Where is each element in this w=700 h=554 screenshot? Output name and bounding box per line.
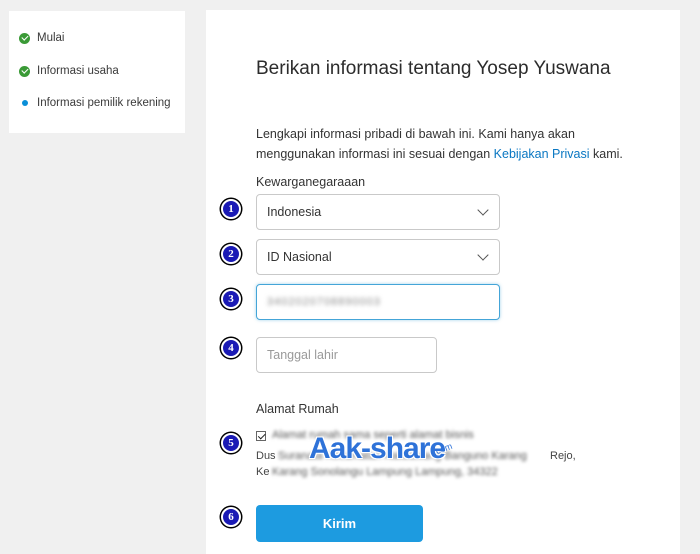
- id-number-value: 3402020708890003: [267, 296, 381, 308]
- chevron-down-icon: [477, 204, 489, 216]
- date-of-birth-input[interactable]: Tanggal lahir: [256, 337, 437, 373]
- step-informasi-pemilik-rekening[interactable]: Informasi pemilik rekening: [19, 97, 171, 109]
- step-informasi-usaha[interactable]: Informasi usaha: [19, 65, 119, 77]
- step-label: Informasi usaha: [37, 65, 119, 77]
- annotation-badge-3: 3: [221, 289, 241, 309]
- privacy-policy-link[interactable]: Kebijakan Privasi: [494, 147, 590, 161]
- step-mulai[interactable]: Mulai: [19, 32, 64, 44]
- address-label: Alamat Rumah: [256, 402, 339, 416]
- address-line2-start: Ke: [256, 466, 270, 478]
- same-address-checkbox[interactable]: [256, 431, 266, 441]
- annotation-badge-6: 6: [221, 507, 241, 527]
- check-icon: [19, 32, 30, 44]
- address-line2-blurred: Karang Sonolangu Lampung Lampung, 34322: [272, 466, 498, 478]
- form-description: Lengkapi informasi pribadi di bawah ini.…: [256, 124, 626, 164]
- citizenship-label: Kewarganegaraaan: [256, 175, 366, 189]
- dob-placeholder: Tanggal lahir: [267, 348, 338, 362]
- current-step-dot-icon: [19, 98, 30, 109]
- country-value: Indonesia: [267, 205, 322, 219]
- check-icon: [19, 65, 30, 77]
- progress-sidebar: Mulai Informasi usaha Informasi pemilik …: [9, 11, 185, 133]
- description-text-end: kami.: [589, 147, 623, 161]
- page-title: Berikan informasi tentang Yosep Yuswana: [256, 58, 611, 79]
- step-label: Informasi pemilik rekening: [37, 97, 171, 109]
- form-panel: Berikan informasi tentang Yosep Yuswana …: [206, 10, 680, 554]
- address-line1-end: Rejo,: [550, 450, 576, 462]
- id-number-input[interactable]: 3402020708890003: [256, 284, 500, 320]
- chevron-down-icon: [477, 249, 489, 261]
- annotation-badge-1: 1: [221, 199, 241, 219]
- country-select[interactable]: Indonesia: [256, 194, 500, 230]
- watermark-logo: Aak-share: [309, 432, 446, 465]
- annotation-badge-4: 4: [221, 338, 241, 358]
- step-label: Mulai: [37, 32, 65, 44]
- address-line1-start: Dus: [256, 450, 276, 462]
- id-type-select[interactable]: ID Nasional: [256, 239, 500, 275]
- annotation-badge-5: 5: [221, 433, 241, 453]
- submit-button[interactable]: Kirim: [256, 505, 423, 542]
- annotation-badge-2: 2: [221, 244, 241, 264]
- id-type-value: ID Nasional: [267, 250, 332, 264]
